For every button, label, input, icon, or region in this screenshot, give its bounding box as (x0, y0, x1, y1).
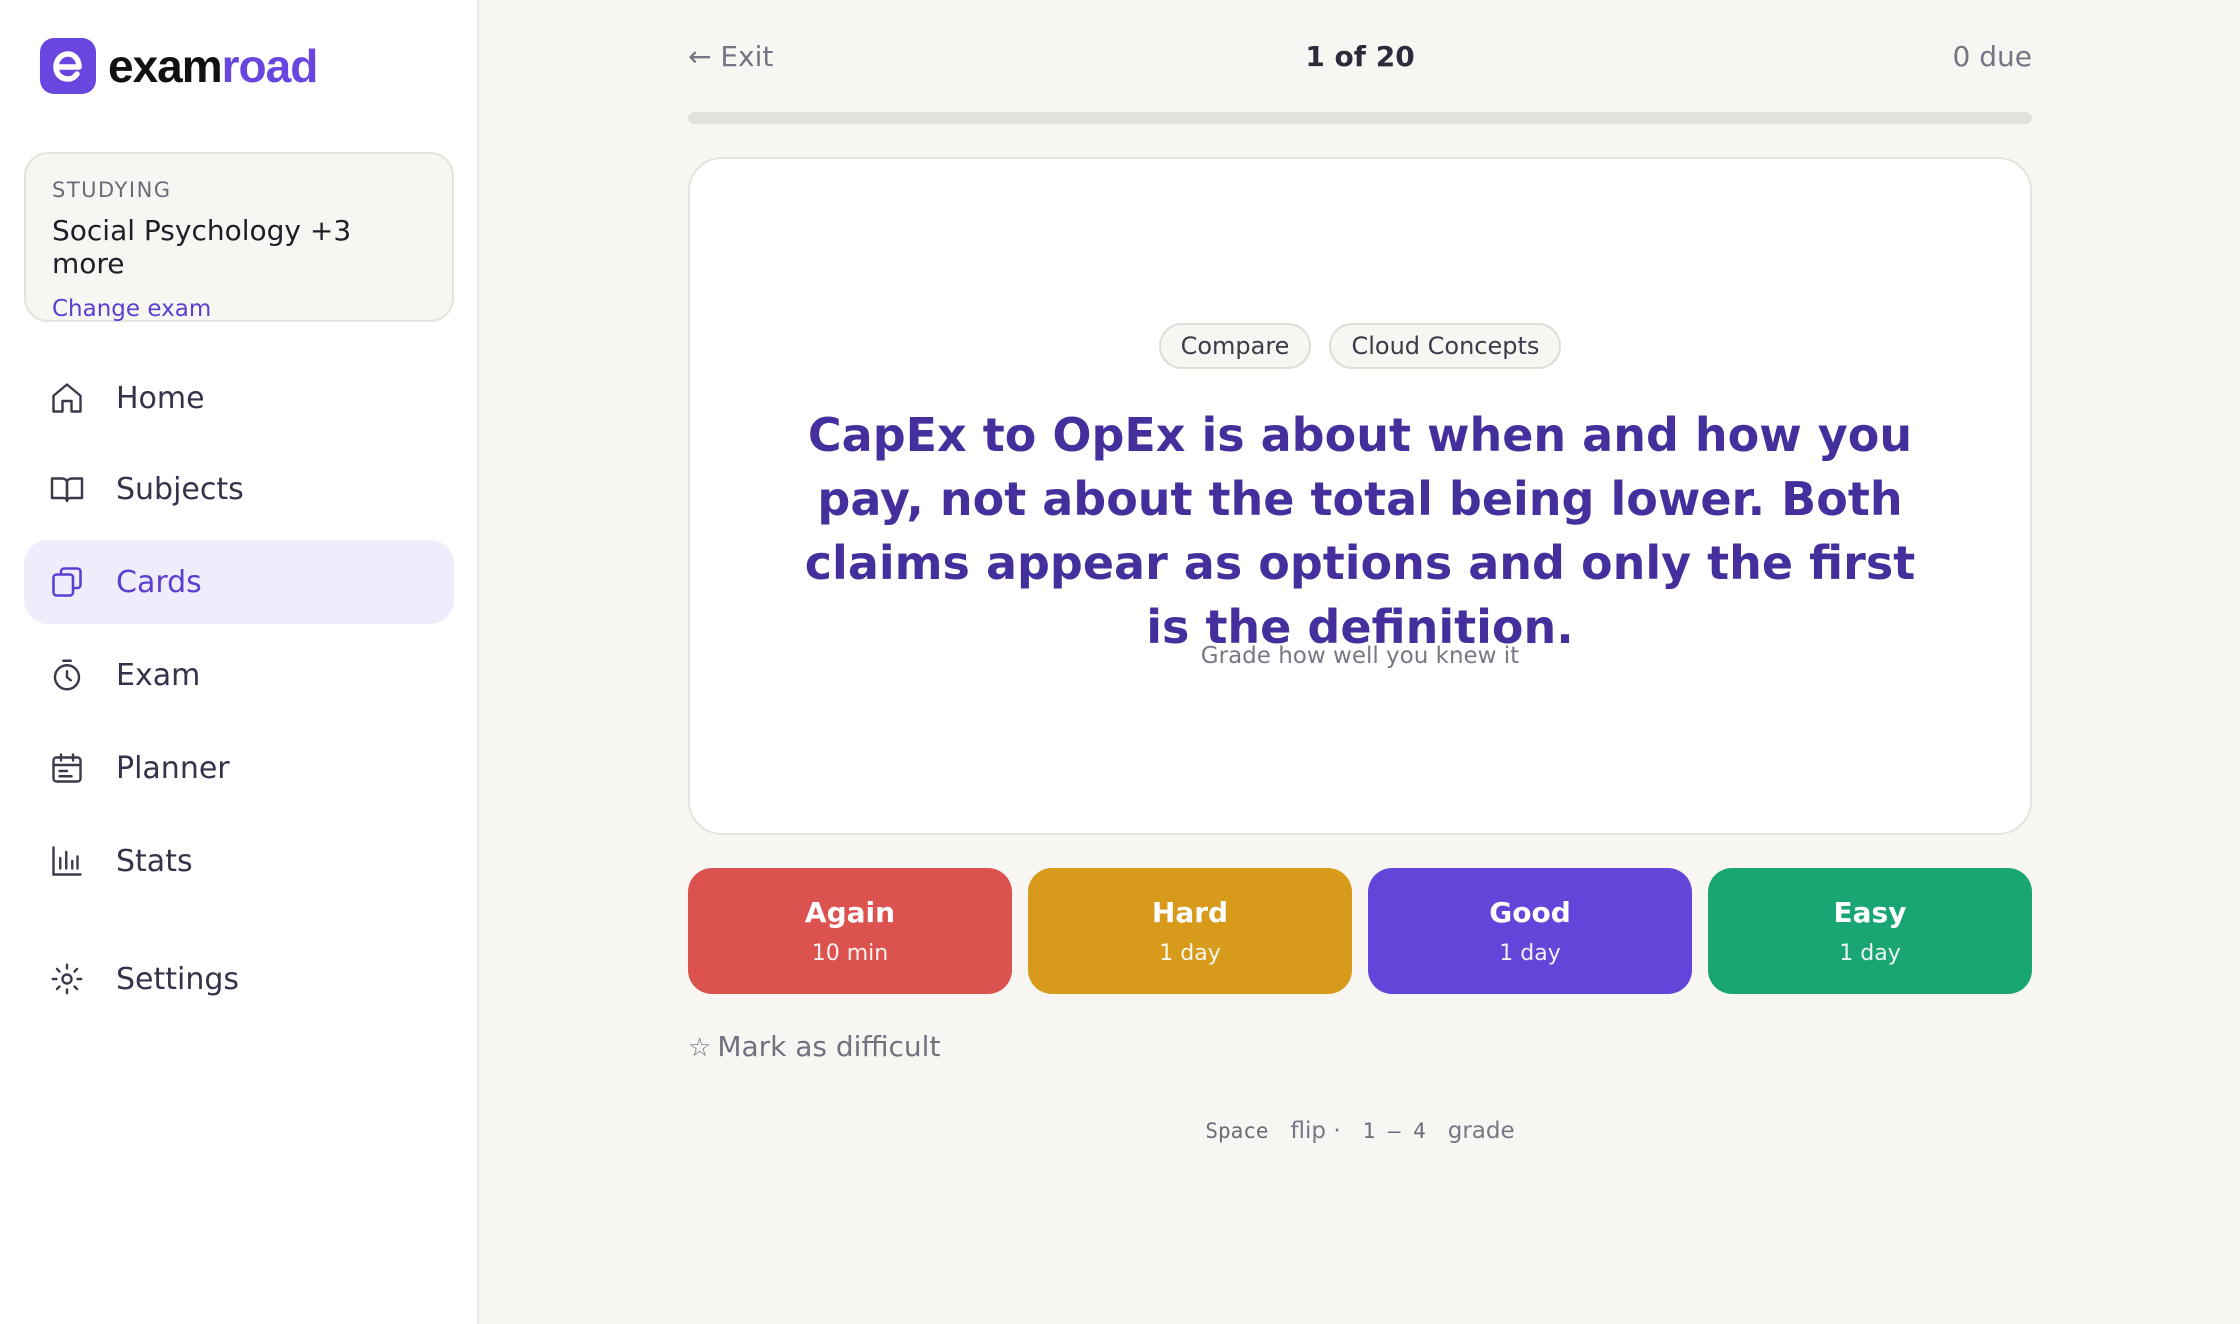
sidebar-item-planner[interactable]: Planner (24, 726, 454, 810)
sidebar-item-label: Cards (116, 564, 202, 600)
card-tags: Compare Cloud Concepts (690, 323, 2030, 369)
logo-e-icon (40, 38, 96, 94)
change-exam-link[interactable]: Change exam (52, 296, 426, 322)
shortcut-key: Space (1205, 1119, 1269, 1143)
bar-chart-icon (48, 842, 86, 880)
shortcut-action: flip (1290, 1118, 1326, 1144)
keyboard-shortcuts-hint: Space flip · 1 – 4 grade (688, 1118, 2032, 1144)
star-icon: ☆ (688, 1033, 712, 1063)
calendar-icon (48, 749, 86, 787)
sidebar-item-label: Home (116, 380, 205, 416)
cards-icon (48, 563, 86, 601)
grade-good-button[interactable]: Good 1 day (1368, 868, 1692, 994)
mark-difficult-label: Mark as difficult (717, 1030, 941, 1063)
mark-difficult-button[interactable]: ☆ Mark as difficult (688, 1030, 940, 1063)
sidebar-item-label: Settings (116, 961, 240, 997)
sidebar-item-cards[interactable]: Cards (24, 540, 454, 624)
grade-label: Again (804, 896, 896, 929)
tag-chip: Compare (1158, 323, 1312, 369)
session-progress-bar (688, 112, 2032, 124)
book-icon (48, 470, 86, 508)
sidebar: examroad STUDYING Social Psychology +3 m… (0, 0, 479, 1324)
grade-label: Hard (1151, 896, 1229, 929)
sidebar-item-exam[interactable]: Exam (24, 633, 454, 717)
grade-buttons: Again 10 min Hard 1 day Good 1 day Easy … (688, 868, 2032, 994)
grade-hint: Grade how well you knew it (1200, 643, 1520, 669)
home-icon (48, 379, 86, 417)
shortcut-action: grade (1447, 1118, 1515, 1144)
grade-interval: 1 day (1839, 941, 1901, 966)
grade-easy-button[interactable]: Easy 1 day (1708, 868, 2032, 994)
sidebar-item-subjects[interactable]: Subjects (24, 447, 454, 531)
studying-card: STUDYING Social Psychology +3 more Chang… (24, 152, 454, 322)
gear-icon (48, 960, 86, 998)
grade-interval: 1 day (1499, 941, 1561, 966)
studying-subject: Social Psychology +3 more (52, 214, 352, 280)
logo[interactable]: examroad (40, 38, 318, 94)
grade-label: Good (1489, 896, 1571, 929)
grade-hard-button[interactable]: Hard 1 day (1028, 868, 1352, 994)
tag-chip: Cloud Concepts (1329, 323, 1562, 369)
logo-wordmark: examroad (108, 40, 318, 92)
shortcut-key: 1 – 4 (1362, 1119, 1426, 1143)
flashcard[interactable]: Compare Cloud Concepts CapEx to OpEx is … (688, 157, 2032, 835)
sidebar-item-stats[interactable]: Stats (24, 819, 454, 903)
due-count: 0 due (1952, 40, 2032, 73)
grade-again-button[interactable]: Again 10 min (688, 868, 1012, 994)
sidebar-item-label: Subjects (116, 471, 244, 507)
grade-label: Easy (1833, 896, 1907, 929)
card-text: CapEx to OpEx is about when and how you … (804, 408, 1916, 654)
sidebar-item-label: Planner (116, 750, 230, 786)
timer-icon (48, 656, 86, 694)
exit-button[interactable]: ← Exit (688, 40, 773, 73)
shortcut-separator: · (1333, 1118, 1341, 1144)
sidebar-item-label: Stats (116, 843, 193, 879)
grade-interval: 1 day (1159, 941, 1221, 966)
studying-label: STUDYING (52, 178, 172, 202)
sidebar-item-settings[interactable]: Settings (24, 937, 454, 1021)
sidebar-item-home[interactable]: Home (24, 356, 454, 440)
grade-interval: 10 min (811, 941, 889, 966)
card-counter: 1 of 20 (1305, 40, 1415, 73)
sidebar-item-label: Exam (116, 657, 201, 693)
session-header: 1 of 20 ← Exit 0 due (688, 40, 2032, 80)
